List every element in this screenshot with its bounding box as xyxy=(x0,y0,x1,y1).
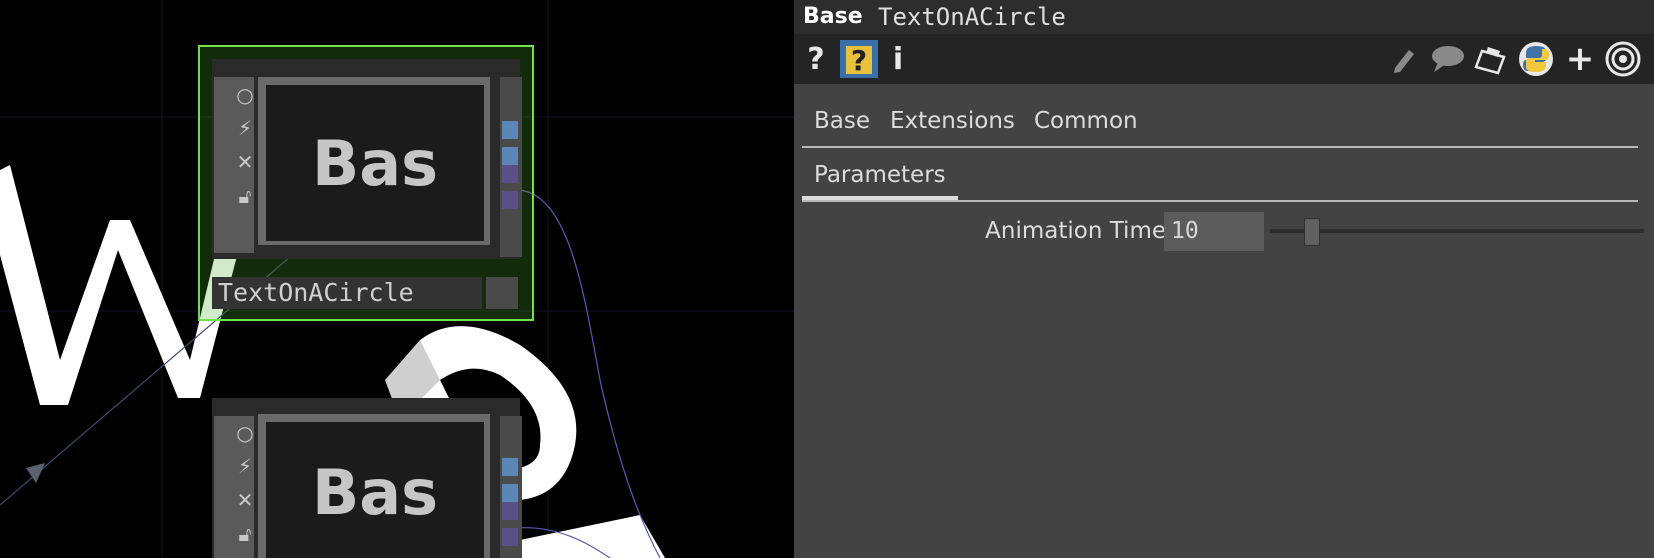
operator-node-textonacircle[interactable]: ○ ⚡ ✕ 🔓︎ Bas TextOnACircle xyxy=(198,45,534,321)
panel-toolbar: ? ? i + xyxy=(794,34,1654,84)
operator-help-icon[interactable]: ? xyxy=(840,40,878,78)
bypass-icon[interactable]: ⚡ xyxy=(234,452,256,480)
output-port[interactable] xyxy=(502,191,518,209)
circle-icon[interactable]: ○ xyxy=(234,81,256,109)
node-name-label[interactable]: TextOnACircle xyxy=(212,277,482,309)
bypass-icon[interactable]: ⚡ xyxy=(234,114,256,142)
edit-icon[interactable] xyxy=(1388,40,1420,78)
parameter-label: Animation Time xyxy=(985,218,1166,244)
slider-handle[interactable] xyxy=(1304,218,1320,246)
clipboard-icon[interactable] xyxy=(1474,40,1510,78)
python-icon[interactable] xyxy=(1518,40,1554,78)
tab-parameters[interactable]: Parameters xyxy=(802,158,958,200)
tab-base[interactable]: Base xyxy=(814,104,870,138)
network-editor[interactable]: ○ ⚡ ✕ 🔓︎ Bas TextOnACircle ○ ⚡ ✕ 🔓︎ Bas xyxy=(0,0,794,558)
output-port[interactable] xyxy=(502,165,518,183)
node-viewer: Bas xyxy=(266,85,484,241)
info-icon[interactable]: i xyxy=(888,40,908,78)
comment-icon[interactable] xyxy=(1430,40,1466,78)
output-port[interactable] xyxy=(502,147,518,165)
add-icon[interactable]: + xyxy=(1564,39,1596,79)
output-port[interactable] xyxy=(502,484,518,502)
lock-icon[interactable]: 🔓︎ xyxy=(234,520,256,548)
lock-icon[interactable]: 🔓︎ xyxy=(234,182,256,210)
target-icon[interactable] xyxy=(1604,40,1642,78)
output-port[interactable] xyxy=(502,528,518,546)
help-icon[interactable]: ? xyxy=(804,40,828,78)
viewer-toggle-button[interactable] xyxy=(486,277,518,309)
tab-extensions[interactable]: Extensions xyxy=(890,104,1015,138)
animation-time-field[interactable]: 10 xyxy=(1164,212,1264,251)
svg-text:?: ? xyxy=(851,44,867,77)
parameter-page-tabs: Base Extensions Common xyxy=(802,104,1638,148)
panel-title-bar: Base TextOnACircle xyxy=(794,0,1654,34)
circle-icon[interactable]: ○ xyxy=(234,419,256,447)
custom-page-tabs: Parameters xyxy=(802,158,1638,202)
animation-time-slider[interactable] xyxy=(1270,229,1644,233)
output-port[interactable] xyxy=(502,458,518,476)
operator-name[interactable]: TextOnACircle xyxy=(878,3,1066,31)
operator-node[interactable]: ○ ⚡ ✕ 🔓︎ Bas xyxy=(212,398,524,558)
output-port[interactable] xyxy=(502,502,518,520)
close-icon[interactable]: ✕ xyxy=(234,486,256,514)
output-port[interactable] xyxy=(502,121,518,139)
parameter-panel: Base TextOnACircle ? ? i + Base Extensio… xyxy=(794,0,1654,558)
tab-common[interactable]: Common xyxy=(1034,104,1138,138)
operator-type: Base xyxy=(803,4,863,29)
close-icon[interactable]: ✕ xyxy=(234,148,256,176)
node-viewer: Bas xyxy=(266,422,484,558)
